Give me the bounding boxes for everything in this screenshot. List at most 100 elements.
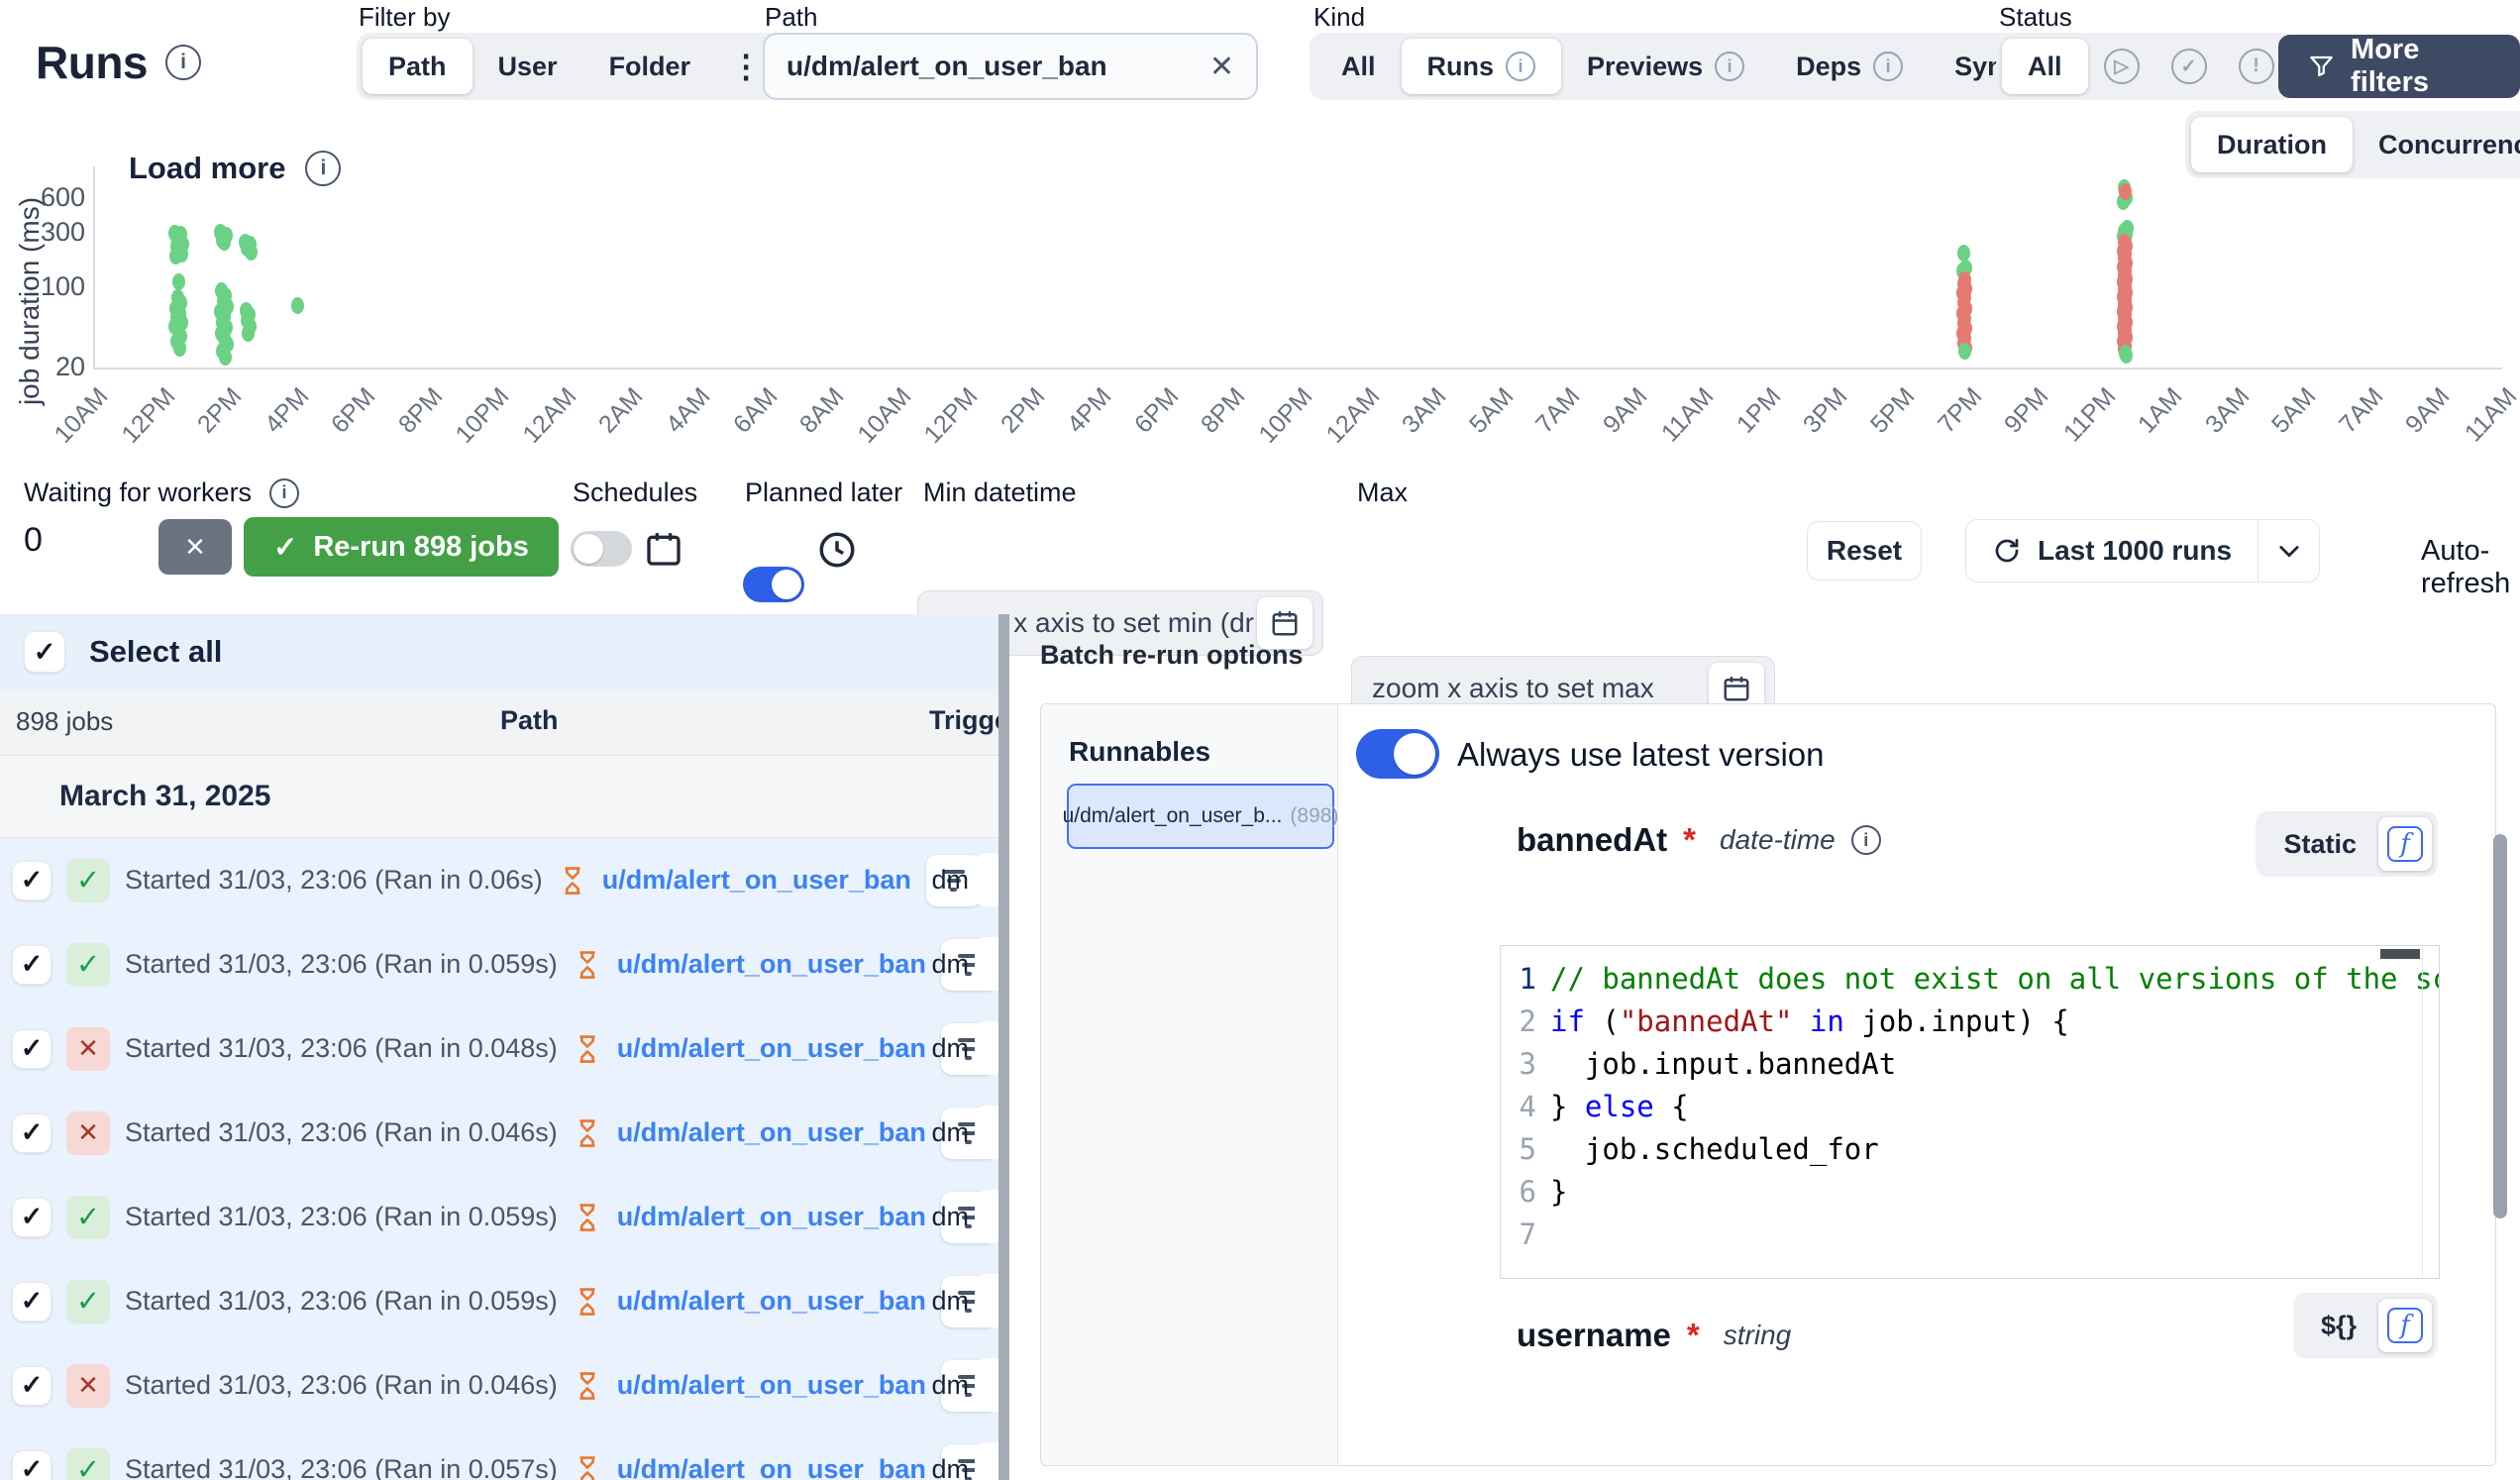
runnable-chip[interactable]: u/dm/alert_on_user_b... (898) <box>1067 784 1334 849</box>
row-action-pill[interactable] <box>975 1021 1000 1075</box>
status-badge: ✕ <box>66 1364 110 1408</box>
job-path-link[interactable]: u/dm/alert_on_user_ban <box>617 1202 926 1232</box>
row-action-pill[interactable] <box>975 1358 1000 1412</box>
triggered-by-text: dm <box>931 1033 969 1064</box>
planned-later-toggle[interactable] <box>743 567 804 602</box>
column-triggered-by: Trigge <box>929 705 1000 736</box>
job-started-text: Started 31/03, 23:06 (Ran in 0.059s) <box>125 1286 558 1317</box>
status-badge: ✓ <box>66 943 110 987</box>
last-runs-dropdown-button[interactable] <box>2258 520 2319 581</box>
row-checkbox[interactable]: ✓ <box>12 1113 52 1153</box>
run-dot-success[interactable] <box>1958 343 1971 360</box>
hourglass-icon <box>573 1200 602 1235</box>
line-number: 5 <box>1501 1128 1550 1171</box>
job-path-link[interactable]: u/dm/alert_on_user_ban <box>617 1033 926 1064</box>
scatter-plot[interactable] <box>0 0 2520 476</box>
run-dot-success[interactable] <box>173 340 186 357</box>
clock-icon <box>816 529 858 571</box>
job-row[interactable]: ✓ ✓ Started 31/03, 23:06 (Ran in 0.059s)… <box>0 1259 1000 1343</box>
field-name: username <box>1517 1317 1671 1354</box>
triggered-by-text: dm <box>931 865 969 896</box>
line-number: 1 <box>1501 958 1550 1001</box>
bannedat-code-editor[interactable]: 1// bannedAt does not exist on all versi… <box>1500 945 2440 1279</box>
run-dot-success[interactable] <box>218 234 231 251</box>
field-bannedat-header: bannedAt* date-time i <box>1517 821 1881 859</box>
hourglass-icon <box>573 1452 602 1480</box>
run-dot-success[interactable] <box>245 244 258 261</box>
javascript-mode-button[interactable]: f <box>2378 1299 2432 1352</box>
job-row[interactable]: ✓ ✕ Started 31/03, 23:06 (Ran in 0.048s)… <box>0 1006 1000 1091</box>
row-checkbox[interactable]: ✓ <box>12 1029 52 1069</box>
waiting-workers-label: Waiting for workers <box>24 477 252 508</box>
status-badge: ✓ <box>66 1196 110 1239</box>
row-action-pill[interactable] <box>975 853 1000 906</box>
page-scrollbar[interactable] <box>2493 834 2507 1218</box>
row-action-pill[interactable] <box>975 1106 1000 1159</box>
required-star: * <box>1683 821 1696 859</box>
row-checkbox[interactable]: ✓ <box>12 1198 52 1237</box>
last-runs-refresh-button[interactable]: Last 1000 runs <box>1966 520 2258 581</box>
run-dot-success[interactable] <box>242 325 255 342</box>
job-row[interactable]: ✓ ✕ Started 31/03, 23:06 (Ran in 0.046s)… <box>0 1091 1000 1175</box>
job-path-link[interactable]: u/dm/alert_on_user_ban <box>617 1286 926 1317</box>
field-username-header: username* string <box>1517 1317 1791 1354</box>
code-line: 5 job.scheduled_for <box>1501 1128 2439 1171</box>
job-path-link[interactable]: u/dm/alert_on_user_ban <box>617 1370 926 1401</box>
row-action-pill[interactable] <box>975 1442 1000 1480</box>
job-path-link[interactable]: u/dm/alert_on_user_ban <box>617 1117 926 1148</box>
row-checkbox[interactable]: ✓ <box>12 1282 52 1321</box>
select-all-checkbox[interactable]: ✓ <box>24 631 65 673</box>
job-started-text: Started 31/03, 23:06 (Ran in 0.06s) <box>125 865 543 896</box>
triggered-by-text: dm <box>931 1202 969 1232</box>
runnables-label: Runnables <box>1069 736 1210 768</box>
row-action-pill[interactable] <box>975 937 1000 991</box>
waiting-workers-wrap: Waiting for workers i <box>24 477 299 508</box>
job-row[interactable]: ✓ ✓ Started 31/03, 23:06 (Ran in 0.059s)… <box>0 1175 1000 1259</box>
static-mode-button[interactable]: Static <box>2261 829 2378 860</box>
run-dot-success[interactable] <box>172 273 185 290</box>
job-list-scrollbar[interactable] <box>998 614 1009 1480</box>
run-dot-success[interactable] <box>291 297 304 314</box>
job-row[interactable]: ✓ ✓ Started 31/03, 23:06 (Ran in 0.059s)… <box>0 922 1000 1006</box>
username-mode-segment: ${} f <box>2293 1293 2438 1358</box>
row-checkbox[interactable]: ✓ <box>12 1450 52 1480</box>
job-row[interactable]: ✓ ✓ Started 31/03, 23:06 (Ran in 0.06s) … <box>0 838 1000 922</box>
job-started-text: Started 31/03, 23:06 (Ran in 0.046s) <box>125 1117 558 1148</box>
job-row[interactable]: ✓ ✓ Started 31/03, 23:06 (Ran in 0.057s)… <box>0 1427 1000 1480</box>
field-type: date-time <box>1720 824 1836 856</box>
template-mode-button[interactable]: ${} <box>2299 1311 2378 1341</box>
select-all-bar: ✓ Select all <box>0 614 1000 689</box>
job-row[interactable]: ✓ ✕ Started 31/03, 23:06 (Ran in 0.046s)… <box>0 1343 1000 1427</box>
editor-scrollbar[interactable] <box>2380 949 2420 959</box>
row-checkbox[interactable]: ✓ <box>12 1366 52 1406</box>
max-datetime-input[interactable] <box>1372 673 1709 704</box>
status-badge: ✕ <box>66 1111 110 1155</box>
run-dot-failure[interactable] <box>2119 183 2132 200</box>
javascript-mode-button[interactable]: f <box>2378 817 2432 871</box>
job-started-text: Started 31/03, 23:06 (Ran in 0.059s) <box>125 1202 558 1232</box>
job-path-link[interactable]: u/dm/alert_on_user_ban <box>617 949 926 980</box>
run-dot-success[interactable] <box>2120 347 2133 364</box>
cancel-selection-button[interactable]: ✕ <box>158 519 232 575</box>
run-dot-success[interactable] <box>219 349 232 366</box>
status-badge: ✓ <box>66 1280 110 1323</box>
row-checkbox[interactable]: ✓ <box>12 861 52 900</box>
schedules-label: Schedules <box>573 477 697 508</box>
code-line: 3 job.input.bannedAt <box>1501 1043 2439 1086</box>
job-path-link[interactable]: u/dm/alert_on_user_ban <box>617 1454 926 1480</box>
job-path-link[interactable]: u/dm/alert_on_user_ban <box>602 865 911 896</box>
latest-version-label: Always use latest version <box>1457 736 1825 774</box>
field-name: bannedAt <box>1517 821 1667 859</box>
hourglass-icon <box>558 863 587 899</box>
latest-version-toggle[interactable] <box>1356 729 1439 779</box>
row-action-pill[interactable] <box>975 1190 1000 1243</box>
row-action-pill[interactable] <box>975 1274 1000 1327</box>
planned-later-label: Planned later <box>745 477 902 508</box>
reset-button[interactable]: Reset <box>1807 521 1922 581</box>
rerun-jobs-button[interactable]: ✓ Re-run 898 jobs <box>244 517 559 577</box>
calendar-icon <box>1722 672 1751 705</box>
hourglass-icon <box>573 1115 602 1151</box>
row-checkbox[interactable]: ✓ <box>12 945 52 985</box>
schedules-toggle[interactable] <box>571 531 632 567</box>
function-icon: f <box>2387 826 2423 862</box>
